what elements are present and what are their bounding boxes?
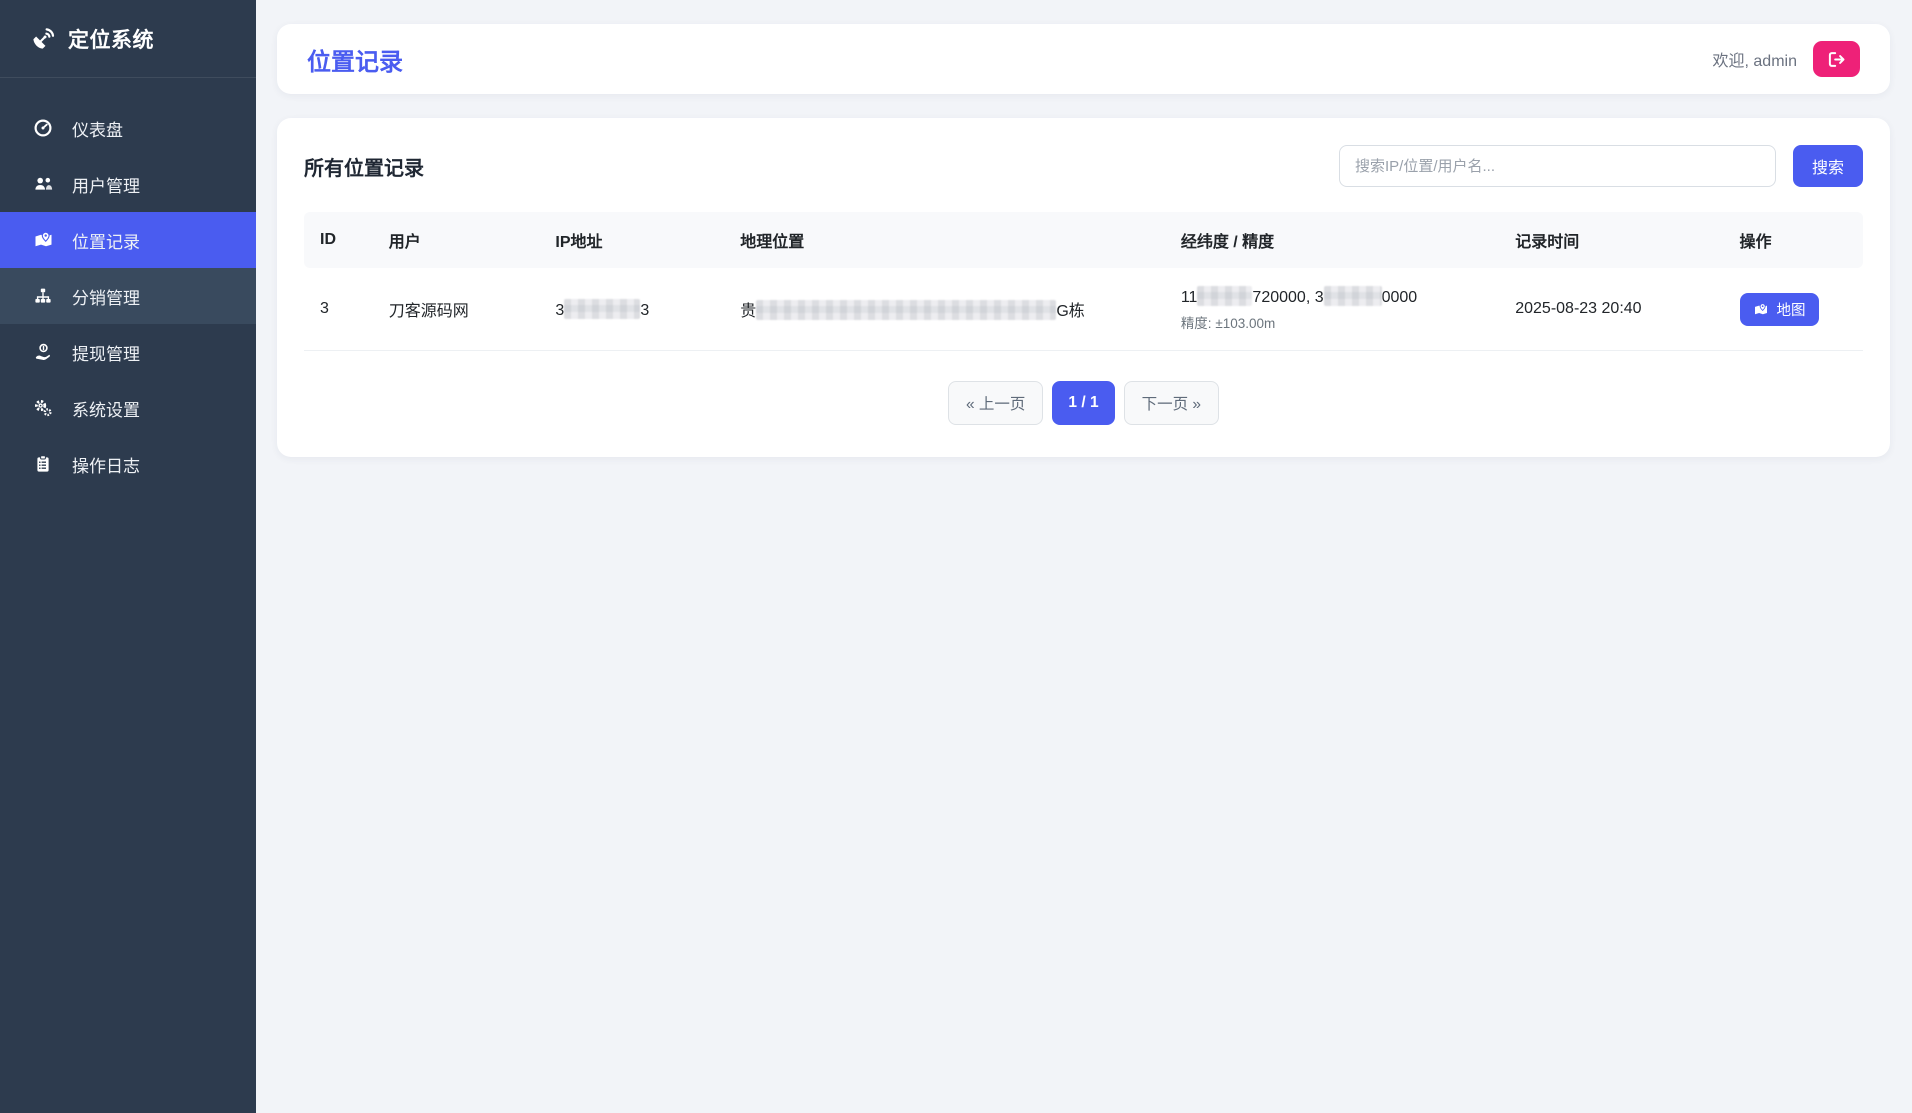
cell-coords: 11720000, 30000 精度: ±103.00m	[1165, 268, 1499, 351]
cell-time: 2025-08-23 20:40	[1499, 268, 1723, 351]
column-header-user: 用户	[373, 212, 540, 268]
clipboard-list-icon	[32, 454, 54, 474]
column-header-id: ID	[304, 212, 373, 268]
column-header-actions: 操作	[1724, 212, 1863, 268]
sidebar-item-dashboard[interactable]: 仪表盘	[0, 100, 256, 156]
hand-holding-dollar-icon	[32, 342, 54, 362]
records-panel: 所有位置记录 搜索 ID 用户 IP地址 地理位置 经纬度 / 精度 记录时间 …	[277, 118, 1890, 457]
brand: 定位系统	[0, 0, 256, 78]
table-header-row: ID 用户 IP地址 地理位置 经纬度 / 精度 记录时间 操作	[304, 212, 1863, 268]
satellite-dish-icon	[30, 26, 56, 52]
map-icon	[1753, 302, 1769, 317]
logout-button[interactable]	[1813, 41, 1860, 77]
cell-location: 贵G栋	[724, 268, 1165, 351]
accuracy-text: 精度: ±103.00m	[1181, 312, 1483, 332]
welcome-text: 欢迎, admin	[1713, 47, 1797, 71]
sidebar-item-label: 系统设置	[72, 396, 140, 421]
sidebar-item-label: 仪表盘	[72, 116, 123, 141]
sidebar-item-label: 操作日志	[72, 452, 140, 477]
column-header-location: 地理位置	[724, 212, 1165, 268]
sidebar-item-label: 提现管理	[72, 340, 140, 365]
cell-id: 3	[304, 268, 373, 351]
column-header-time: 记录时间	[1499, 212, 1723, 268]
sidebar-item-location-records[interactable]: 位置记录	[0, 212, 256, 268]
redacted-ip	[564, 299, 640, 319]
redacted-latitude	[1324, 286, 1382, 306]
brand-title: 定位系统	[68, 24, 154, 54]
sidebar-item-withdrawal[interactable]: 提现管理	[0, 324, 256, 380]
search-input[interactable]	[1339, 145, 1776, 187]
column-header-ip: IP地址	[539, 212, 724, 268]
map-button-label: 地图	[1777, 299, 1806, 320]
page-title: 位置记录	[307, 42, 403, 77]
redacted-location	[756, 300, 1056, 320]
main-content: 位置记录 欢迎, admin 所有位置记录 搜索	[256, 0, 1912, 1113]
sitemap-icon	[32, 286, 54, 306]
pagination: « 上一页 1 / 1 下一页 »	[304, 381, 1863, 425]
gauge-icon	[32, 118, 54, 138]
sidebar-item-logs[interactable]: 操作日志	[0, 436, 256, 492]
next-page-button[interactable]: 下一页 »	[1124, 381, 1219, 425]
redacted-longitude	[1197, 286, 1252, 306]
sidebar-nav: 仪表盘 用户管理 位置记录	[0, 78, 256, 492]
column-header-coords: 经纬度 / 精度	[1165, 212, 1499, 268]
gears-icon	[32, 398, 54, 418]
cell-user: 刀客源码网	[373, 268, 540, 351]
sign-out-icon	[1827, 51, 1846, 68]
sidebar-item-label: 位置记录	[72, 228, 140, 253]
sidebar-item-label: 分销管理	[72, 284, 140, 309]
cell-ip: 33	[539, 268, 724, 351]
records-table: ID 用户 IP地址 地理位置 经纬度 / 精度 记录时间 操作 3 刀客源码网…	[304, 212, 1863, 351]
top-header: 位置记录 欢迎, admin	[277, 24, 1890, 94]
coordinates: 11720000, 30000	[1181, 286, 1483, 307]
sidebar: 定位系统 仪表盘 用户管理	[0, 0, 256, 1113]
prev-page-button[interactable]: « 上一页	[948, 381, 1043, 425]
map-button[interactable]: 地图	[1740, 293, 1819, 326]
sidebar-item-users[interactable]: 用户管理	[0, 156, 256, 212]
panel-title: 所有位置记录	[304, 152, 424, 181]
search-bar: 搜索	[1339, 145, 1863, 187]
map-marked-icon	[32, 230, 54, 250]
sidebar-item-distribution[interactable]: 分销管理	[0, 268, 256, 324]
sidebar-item-label: 用户管理	[72, 172, 140, 197]
current-page-indicator[interactable]: 1 / 1	[1052, 381, 1114, 425]
sidebar-item-settings[interactable]: 系统设置	[0, 380, 256, 436]
search-button[interactable]: 搜索	[1793, 145, 1863, 187]
users-icon	[32, 174, 54, 194]
cell-actions: 地图	[1724, 268, 1863, 351]
table-row: 3 刀客源码网 33 贵G栋 11720000, 30000 精度: ±103.…	[304, 268, 1863, 351]
